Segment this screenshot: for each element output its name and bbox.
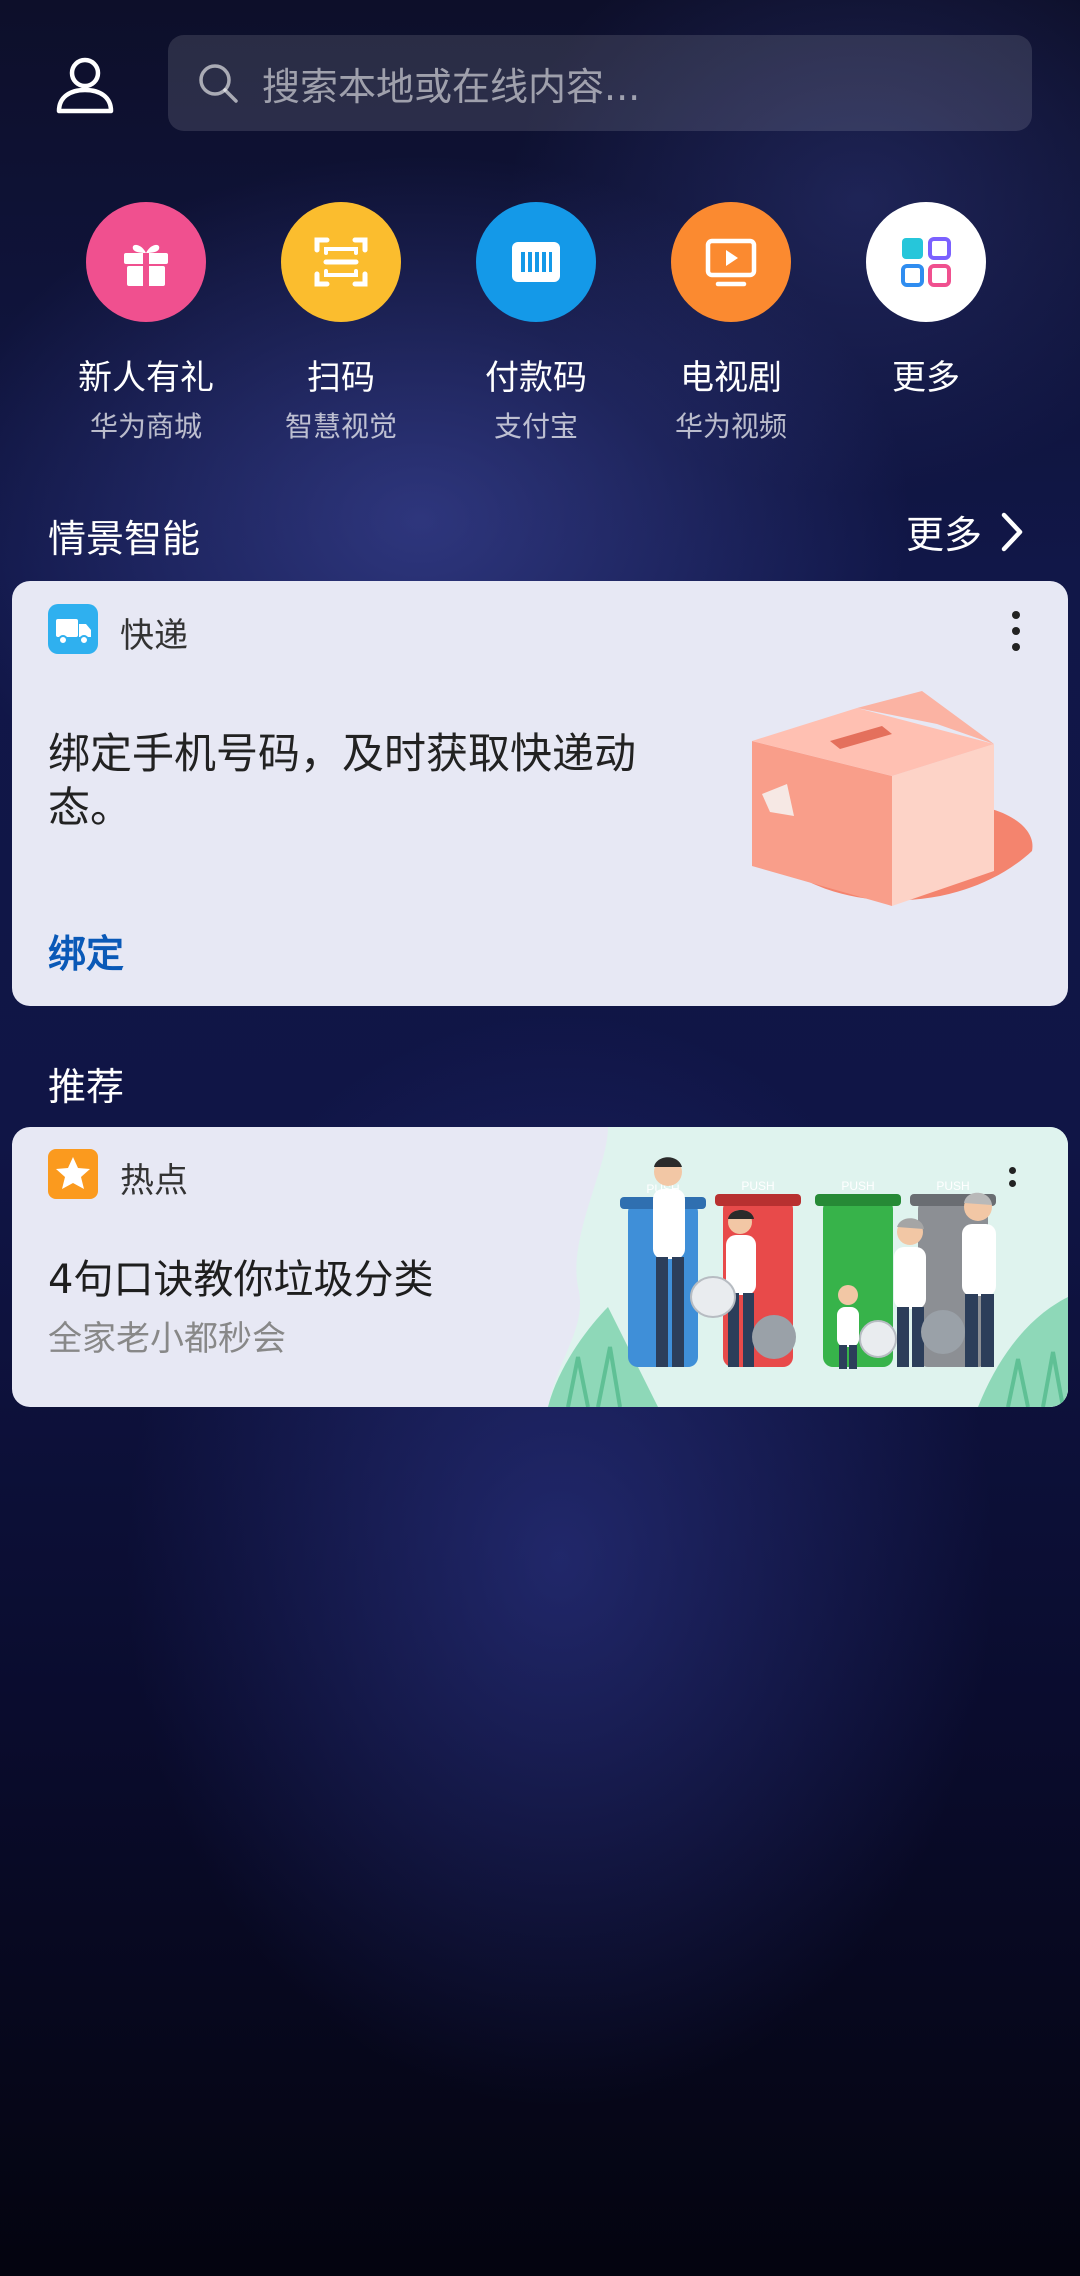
shortcut-more[interactable]: 更多 — [831, 202, 1021, 405]
shortcut-payment-code[interactable]: 付款码 支付宝 — [441, 202, 631, 445]
shortcut-scan[interactable]: 扫码 智慧视觉 — [246, 202, 436, 445]
bind-button[interactable]: 绑定 — [48, 923, 124, 978]
card-label: 热点 — [120, 1161, 188, 1201]
search-placeholder: 搜索本地或在线内容... — [262, 64, 641, 109]
search-icon — [199, 64, 238, 103]
gift-icon — [86, 202, 206, 322]
user-icon — [56, 57, 114, 114]
shortcut-sublabel: 智慧视觉 — [284, 410, 397, 443]
shortcut-tv-series[interactable]: 电视剧 华为视频 — [636, 202, 826, 445]
package-box-illustration — [752, 691, 1033, 906]
shortcut-label: 更多 — [892, 358, 960, 398]
shortcut-label: 扫码 — [307, 358, 375, 398]
barcode-icon — [476, 202, 596, 322]
truck-icon — [48, 604, 98, 654]
shortcut-label: 新人有礼 — [78, 358, 214, 398]
chevron-right-icon — [1001, 512, 1023, 551]
garbage-sorting-illustration: PUSH PUSH PUSH PUSH — [548, 1127, 1068, 1407]
shortcut-label: 电视剧 — [680, 358, 782, 398]
article-title: 4句口诀教你垃圾分类 — [48, 1257, 434, 1303]
card-label: 快递 — [120, 616, 188, 656]
more-options-icon[interactable] — [996, 601, 1036, 661]
express-description: 绑定手机号码，及时获取快递动态。 — [48, 729, 637, 832]
apps-grid-icon — [866, 202, 986, 322]
tv-play-icon — [671, 202, 791, 322]
hot-news-card[interactable]: 热点 4句口诀教你垃圾分类 全家老小都秒会 PUSH PUSH PUSH PUS… — [12, 1127, 1068, 1407]
express-card[interactable]: 快递 绑定手机号码，及时获取快递动态。 绑定 — [12, 581, 1068, 1006]
section-title-recommend: 推荐 — [48, 1065, 125, 1109]
shortcut-label: 付款码 — [485, 358, 587, 398]
user-account-button[interactable] — [40, 44, 130, 124]
star-icon — [48, 1149, 98, 1199]
bin-label: PUSH — [741, 1179, 774, 1193]
scan-icon — [281, 202, 401, 322]
shortcut-new-user-gift[interactable]: 新人有礼 华为商城 — [51, 202, 241, 445]
bin-label: PUSH — [841, 1179, 874, 1193]
scene-more-link[interactable]: 更多 — [906, 504, 1032, 559]
more-options-icon[interactable] — [992, 1147, 1032, 1207]
more-label: 更多 — [905, 513, 982, 557]
shortcut-sublabel: 华为商城 — [89, 410, 202, 443]
shortcut-sublabel: 支付宝 — [493, 410, 578, 443]
article-subtitle: 全家老小都秒会 — [48, 1319, 286, 1359]
shortcut-sublabel: 华为视频 — [674, 410, 787, 443]
search-bar[interactable]: 搜索本地或在线内容... — [168, 35, 1032, 131]
section-title-scene: 情景智能 — [48, 517, 201, 561]
bin-label: PUSH — [936, 1179, 969, 1193]
